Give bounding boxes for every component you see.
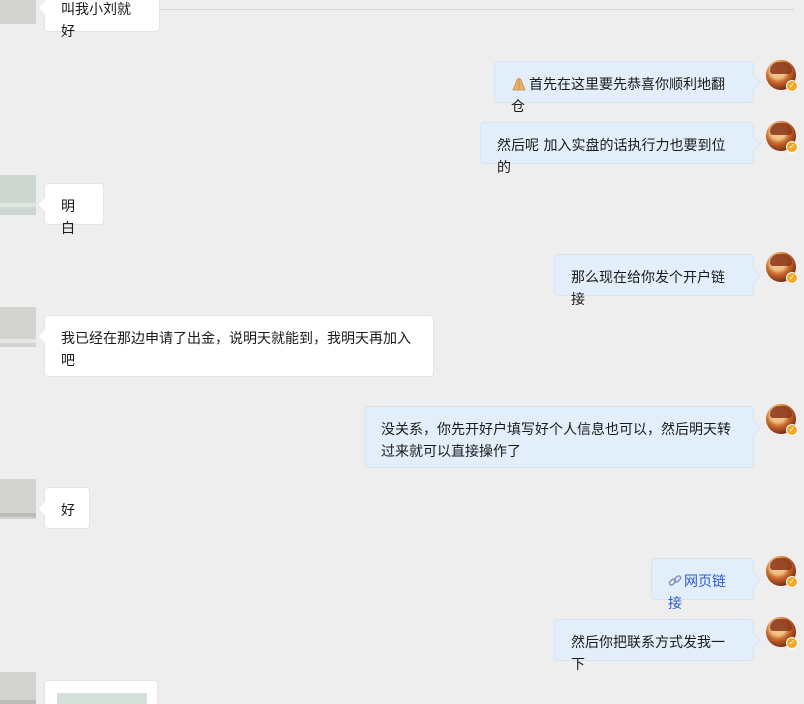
contact-avatar[interactable] [0,0,36,24]
message-bubble-sent[interactable]: 然后你把联系方式发我一下 [554,619,754,673]
message-text: 我已经在那边申请了出金，说明天就能到，我明天再加入吧 [61,331,411,369]
contact-avatar[interactable] [0,479,36,519]
verified-badge-icon: ✓ [786,141,798,153]
image-thumbnail [57,693,147,704]
verified-badge-icon: ✓ [786,272,798,284]
message-text: 首先在这里要先恭喜你顺利地翻仓 [511,77,725,115]
message-text: 明白 [61,199,75,237]
user-avatar[interactable]: ✓ [766,556,798,588]
user-avatar[interactable]: ✓ [766,60,798,92]
message-bubble-sent-link[interactable]: 网页链接 [651,558,754,612]
message-bubble-received[interactable]: 叫我小刘就好 [44,0,160,40]
user-avatar[interactable]: ✓ [766,121,798,153]
verified-badge-icon: ✓ [786,637,798,649]
contact-avatar[interactable] [0,672,36,704]
message-text: 没关系，你先开好户填写好个人信息也可以，然后明天转过来就可以直接操作了 [381,422,731,460]
message-text: 那么现在给你发个开户链接 [571,270,725,308]
folded-hands-icon [512,78,526,91]
message-text: 好 [61,503,75,519]
message-bubble-received[interactable]: 我已经在那边申请了出金，说明天就能到，我明天再加入吧 [44,315,434,377]
contact-avatar[interactable] [0,175,36,215]
user-avatar[interactable]: ✓ [766,404,798,436]
message-bubble-received[interactable]: 好 [44,487,90,529]
message-bubble-sent[interactable]: 没关系，你先开好户填写好个人信息也可以，然后明天转过来就可以直接操作了 [364,406,754,468]
message-bubble-received[interactable]: 明白 [44,183,104,237]
verified-badge-icon: ✓ [786,80,798,92]
contact-avatar[interactable] [0,307,36,347]
message-text: 叫我小刘就好 [61,2,131,40]
user-avatar[interactable]: ✓ [766,252,798,284]
user-avatar[interactable]: ✓ [766,617,798,649]
message-bubble-sent[interactable]: 首先在这里要先恭喜你顺利地翻仓 [494,61,754,115]
link-icon [668,575,682,586]
message-bubble-sent[interactable]: 那么现在给你发个开户链接 [554,254,754,308]
message-text: 然后呢 加入实盘的话执行力也要到位的 [497,138,726,176]
verified-badge-icon: ✓ [786,424,798,436]
message-text: 然后你把联系方式发我一下 [571,635,725,673]
verified-badge-icon: ✓ [786,576,798,588]
message-bubble-sent[interactable]: 然后呢 加入实盘的话执行力也要到位的 [480,122,754,176]
image-message[interactable] [44,680,158,704]
